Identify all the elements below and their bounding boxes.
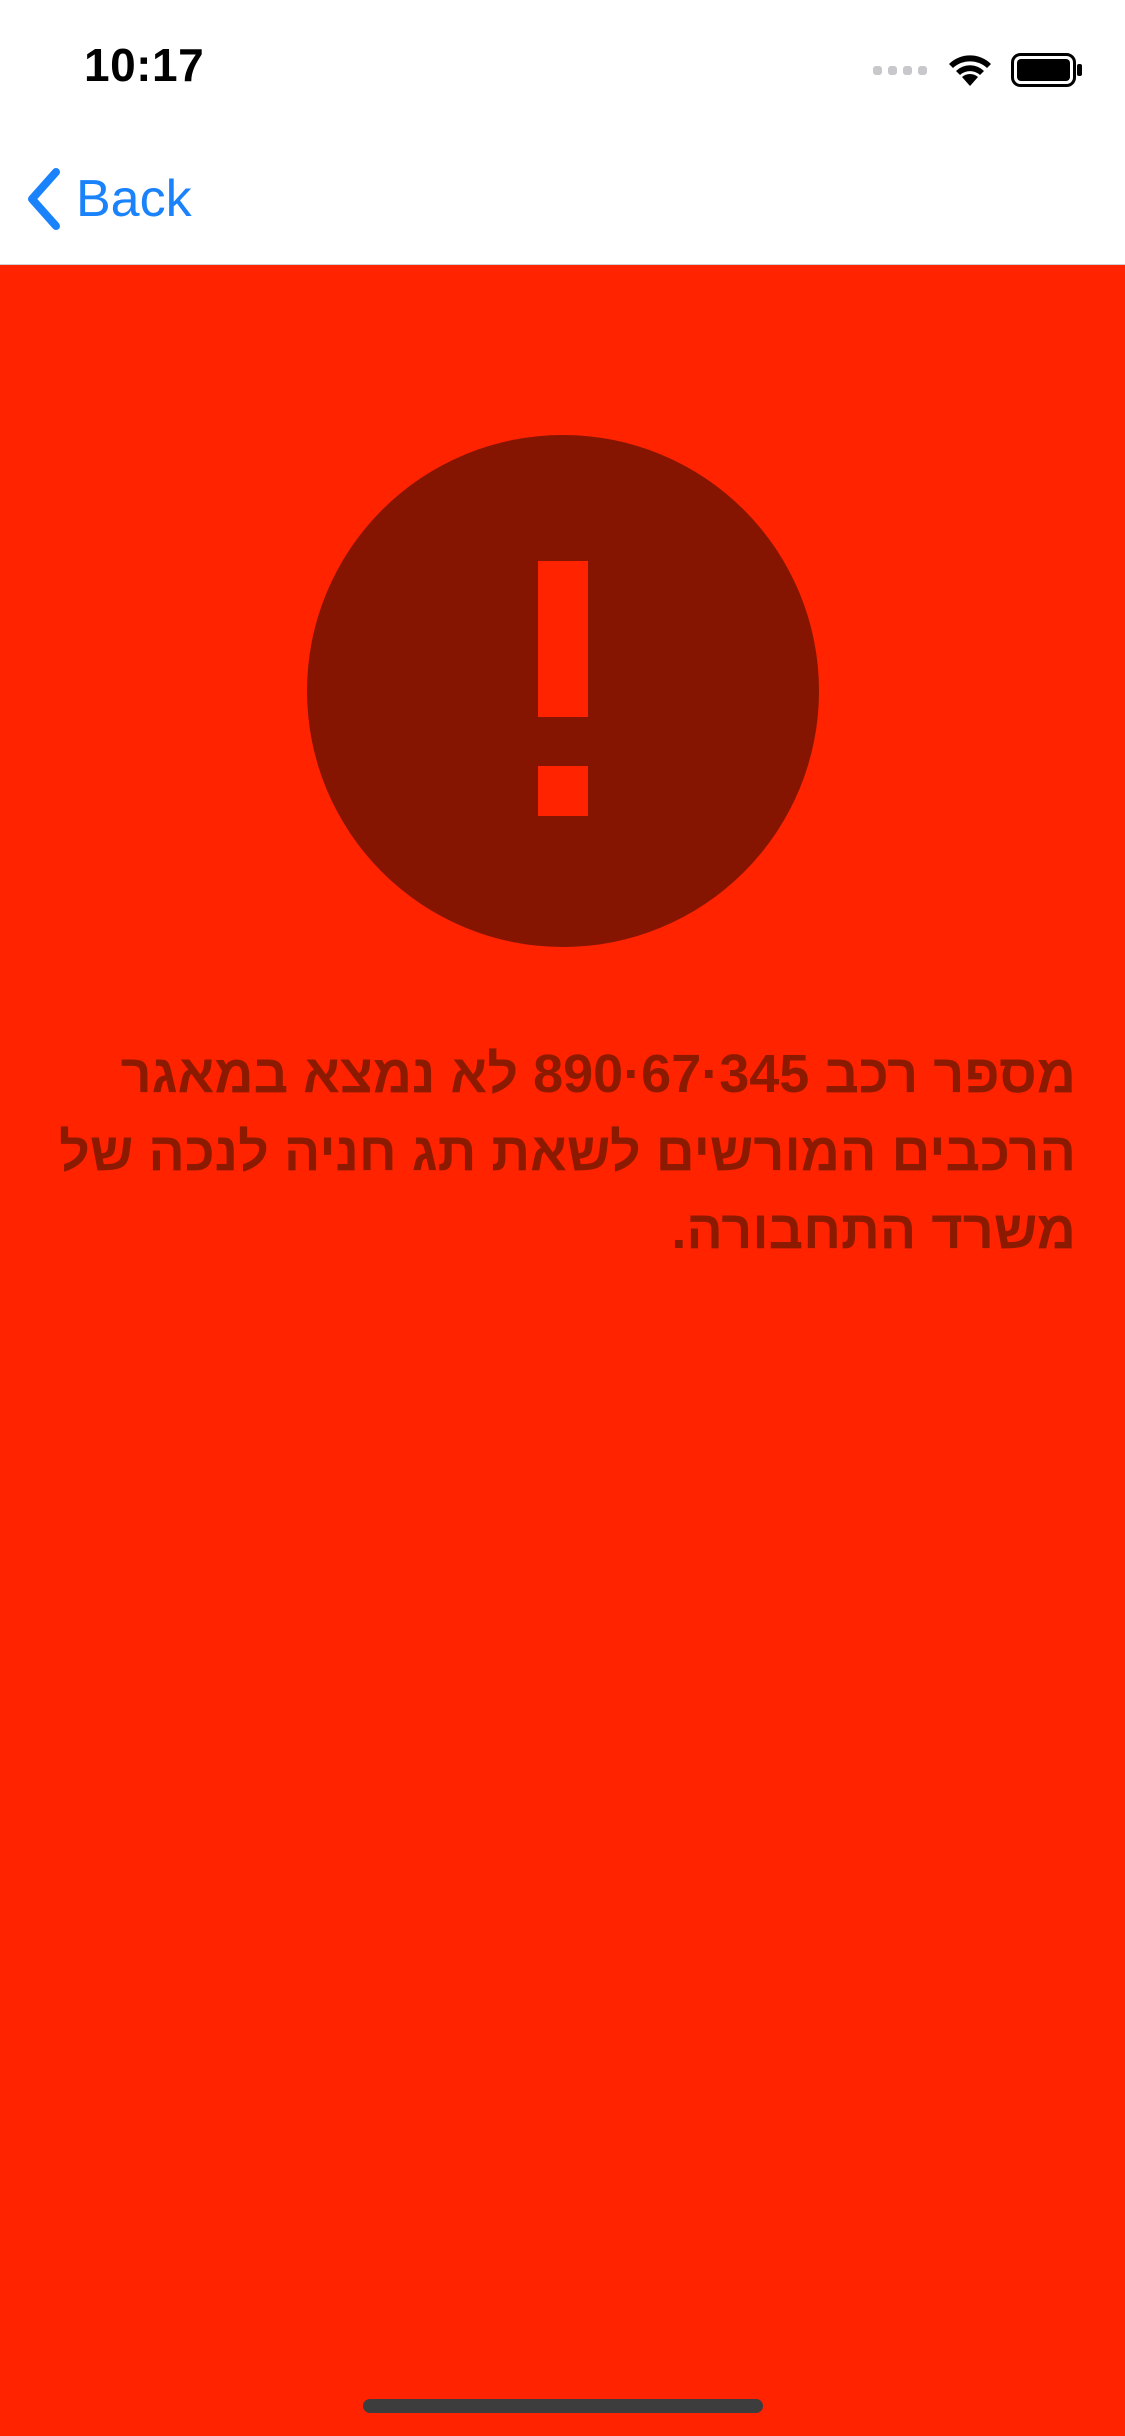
wifi-icon — [949, 55, 991, 86]
back-button[interactable]: Back — [24, 164, 192, 234]
alert-content: מספר רכב 345·67·890 לא נמצא במאגר הרכבים… — [0, 265, 1125, 2436]
chevron-left-icon — [28, 168, 60, 230]
home-indicator[interactable] — [363, 2399, 763, 2413]
back-label: Back — [76, 170, 192, 228]
screen: 10:17 Back מספר רכב 345·67·890 לא נמצא ב… — [0, 0, 1125, 2436]
exclamation-dot — [538, 766, 588, 816]
battery-icon — [1011, 53, 1082, 87]
alert-message: מספר רכב 345·67·890 לא נמצא במאגר הרכבים… — [59, 1044, 1076, 1260]
exclamation-circle-icon — [307, 435, 819, 947]
exclamation-bar — [538, 561, 588, 717]
status-bar: 10:17 — [0, 0, 1125, 132]
status-icons — [873, 48, 1083, 92]
navigation-bar: Back — [0, 132, 1125, 265]
status-time: 10:17 — [84, 39, 205, 91]
signal-icon — [873, 65, 927, 75]
